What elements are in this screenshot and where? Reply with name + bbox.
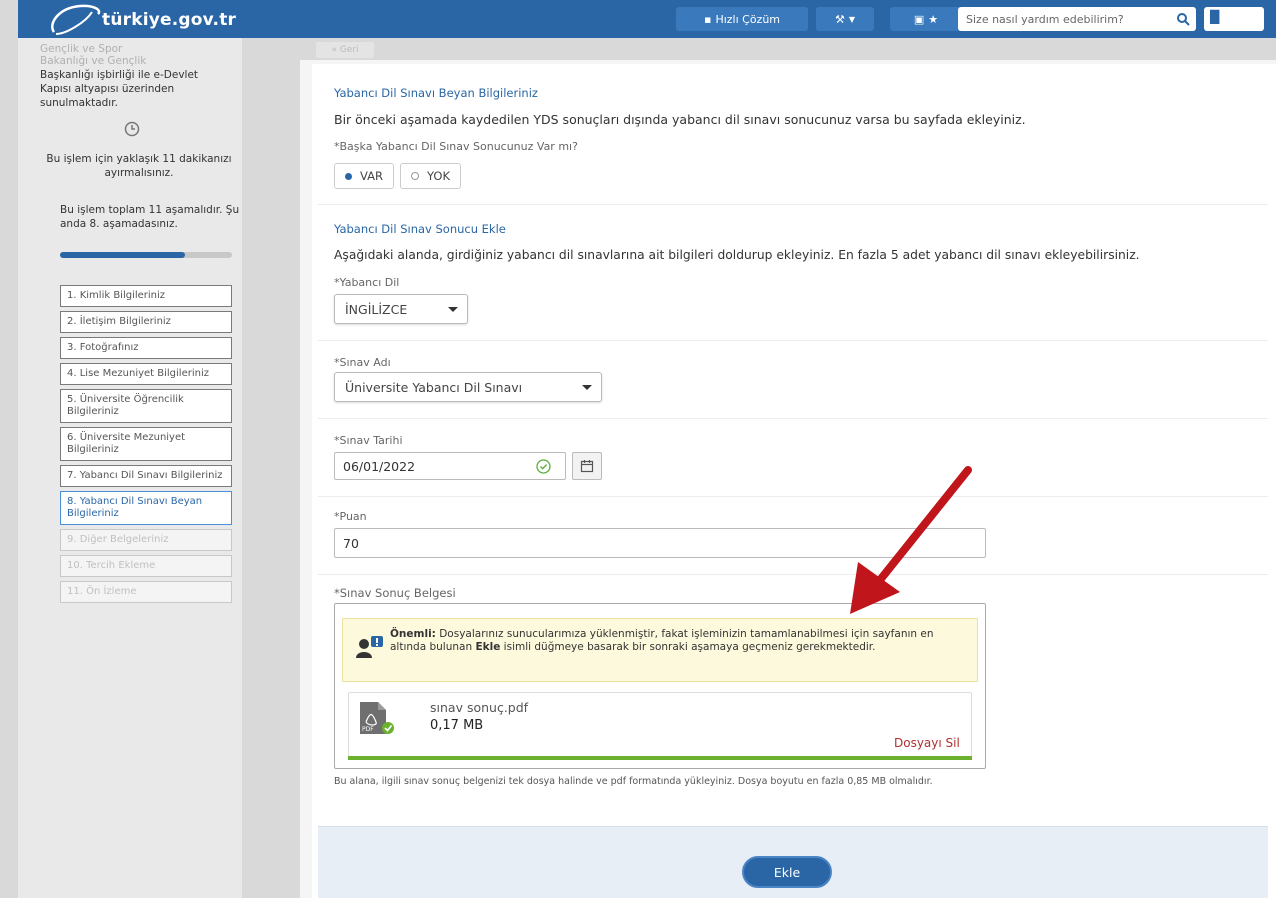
- user-alert-icon: [356, 636, 383, 658]
- language-label: *Yabancı Dil: [334, 276, 400, 289]
- other-exam-question-label: *Başka Yabancı Dil Sınav Sonucunuz Var m…: [334, 140, 578, 153]
- step-item-2[interactable]: 2. İletişim Bilgileriniz: [60, 311, 232, 333]
- language-select[interactable]: İNGİLİZCE: [334, 294, 468, 324]
- service-info-text: Başkanlığı işbirliği ile e-Devlet Kapısı…: [40, 69, 199, 109]
- upload-help-text: Bu alana, ilgili sınav sonuç belgenizi t…: [334, 776, 933, 787]
- exam-date-label: *Sınav Tarihi: [334, 434, 403, 447]
- field-divider: [318, 496, 1268, 497]
- step-progress-bar: [60, 252, 232, 258]
- clock-icon: [124, 121, 140, 137]
- key-icon: ⚒: [834, 12, 845, 26]
- user-icon: █: [1210, 10, 1220, 24]
- search-input[interactable]: Size nasıl yardım edebilirim?: [966, 13, 1124, 26]
- exam-date-value: 06/01/2022: [343, 458, 416, 474]
- score-value: 70: [343, 535, 359, 551]
- sub-toolbar: [300, 38, 1276, 60]
- file-size: 0,17 MB: [430, 718, 484, 733]
- step-item-3[interactable]: 3. Fotoğrafınız: [60, 337, 232, 359]
- estimated-time: Bu işlem için yaklaşık 11 dakikanızı ayı…: [46, 153, 232, 179]
- annotation-arrow-icon: [850, 466, 972, 614]
- step-item-5[interactable]: 5. Üniversite Öğrencilik Bilgileriniz: [60, 389, 232, 423]
- step-item-8[interactable]: 8. Yabancı Dil Sınavı Beyan Bilgileriniz: [60, 491, 232, 525]
- search-icon[interactable]: [1176, 12, 1190, 26]
- exam-name-select-value: Üniversite Yabancı Dil Sınavı: [345, 379, 523, 395]
- warning-text-2: isimli düğmeye basarak bir sonraki aşama…: [500, 641, 876, 653]
- pdf-file-icon: PDF: [360, 702, 394, 734]
- radio-no[interactable]: YOK: [400, 163, 461, 189]
- service-info-faded-2: Bakanlığı ve Gençlik: [40, 55, 147, 67]
- field-divider: [318, 340, 1268, 341]
- step-info: Bu işlem toplam 11 aşamalıdır. Şu anda 8…: [60, 204, 240, 230]
- site-logo[interactable]: türkiye.gov.tr: [34, 4, 264, 35]
- top-header: türkiye.gov.tr ▪ Hızlı Çözüm ⚒ ▼ ▣ ★ Siz…: [18, 0, 1276, 38]
- score-label: *Puan: [334, 510, 367, 523]
- calendar-icon: [580, 460, 594, 473]
- result-document-label: *Sınav Sonuç Belgesi: [334, 586, 456, 600]
- file-name: sınav sonuç.pdf: [430, 700, 529, 715]
- back-button[interactable]: « Geri: [316, 42, 374, 58]
- step-item-7[interactable]: 7. Yabancı Dil Sınavı Bilgileriniz: [60, 465, 232, 487]
- chevron-down-icon: ▼: [848, 14, 856, 24]
- section-divider: [318, 204, 1268, 205]
- tools-menu-button[interactable]: ⚒ ▼: [816, 7, 874, 31]
- exam-name-label: *Sınav Adı: [334, 356, 391, 369]
- radio-no-dot: [411, 172, 419, 180]
- delete-file-link[interactable]: Dosyayı Sil: [894, 736, 960, 750]
- radio-yes[interactable]: VAR: [334, 163, 394, 189]
- calendar-button[interactable]: [572, 452, 602, 480]
- section-description-declaration: Bir önceki aşamada kaydedilen YDS sonuçl…: [334, 112, 1026, 127]
- check-circle-icon: [536, 459, 551, 474]
- form-card: [312, 64, 1276, 898]
- step-item-9: 9. Diğer Belgeleriniz: [60, 529, 232, 551]
- warning-bold: Önemli:: [390, 628, 436, 640]
- pdf-icon-label: PDF: [362, 726, 374, 733]
- radio-yes-dot: [345, 172, 352, 180]
- step-list: 1. Kimlik Bilgileriniz 2. İletişim Bilgil…: [60, 285, 232, 607]
- exam-date-input[interactable]: 06/01/2022: [334, 452, 566, 480]
- other-exam-radio-group: VAR YOK: [334, 163, 461, 189]
- step-item-4[interactable]: 4. Lise Mezuniyet Bilgileriniz: [60, 363, 232, 385]
- star-icon: ★: [928, 12, 939, 26]
- field-divider: [318, 574, 1268, 575]
- upload-warning-text: Önemli: Dosyalarınız sunucularımıza yükl…: [390, 628, 970, 654]
- step-item-6[interactable]: 6. Üniversite Mezuniyet Bilgileriniz: [60, 427, 232, 461]
- language-select-value: İNGİLİZCE: [345, 301, 408, 317]
- step-item-10: 10. Tercih Ekleme: [60, 555, 232, 577]
- chevron-down-icon: [582, 385, 592, 390]
- search-box[interactable]: Size nasıl yardım edebilirim?: [958, 7, 1196, 31]
- service-info: Gençlik ve Spor Bakanlığı ve Gençlik Baş…: [40, 42, 230, 110]
- quick-solution-label: Hızlı Çözüm: [715, 12, 781, 26]
- upload-progress-bar: [348, 756, 972, 760]
- step-item-11: 11. Ön İzleme: [60, 581, 232, 603]
- radio-no-label: YOK: [427, 169, 450, 183]
- quick-solution-button[interactable]: ▪ Hızlı Çözüm: [676, 7, 808, 31]
- radio-yes-label: VAR: [360, 169, 383, 183]
- exam-name-select[interactable]: Üniversite Yabancı Dil Sınavı: [334, 372, 602, 402]
- chevron-down-icon: [448, 307, 458, 312]
- step-progress-fill: [60, 252, 186, 258]
- card-icon: ▣: [913, 12, 925, 26]
- chat-bubble-icon: ▪: [703, 12, 712, 26]
- section-description-add-exam: Aşağıdaki alanda, girdiğiniz yabancı dil…: [334, 248, 1140, 262]
- logo-swoosh-icon: [51, 4, 101, 35]
- step-item-1[interactable]: 1. Kimlik Bilgileriniz: [60, 285, 232, 307]
- user-menu[interactable]: █: [1204, 7, 1264, 31]
- section-title-declaration: Yabancı Dil Sınavı Beyan Bilgileriniz: [334, 86, 538, 100]
- logo-text: türkiye.gov.tr: [102, 10, 237, 30]
- warning-bold-ekle: Ekle: [475, 641, 501, 653]
- add-button[interactable]: Ekle: [742, 856, 832, 888]
- section-title-add-exam: Yabancı Dil Sınav Sonucu Ekle: [334, 222, 506, 236]
- field-divider: [318, 418, 1268, 419]
- favorites-button[interactable]: ▣ ★: [890, 7, 962, 31]
